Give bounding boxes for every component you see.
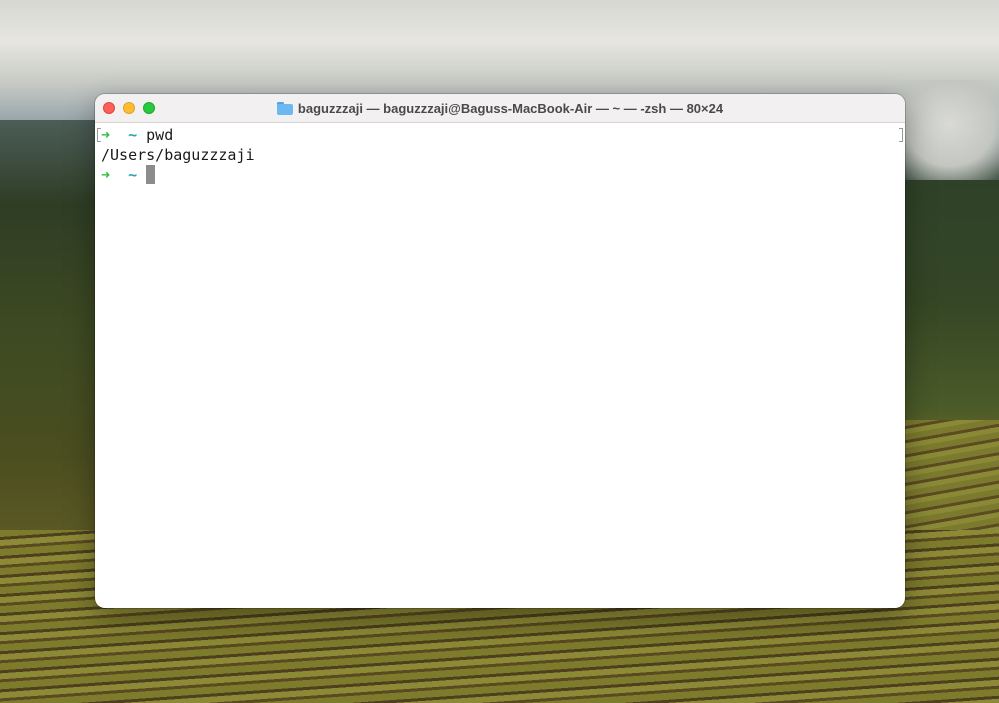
command-output: /Users/baguzzzaji <box>101 146 255 164</box>
prompt-directory: ~ <box>128 126 138 144</box>
mark-bracket-right <box>899 128 903 142</box>
terminal-line-prompt-1: ➜ ~ pwd <box>101 125 905 145</box>
prompt-directory: ~ <box>128 166 138 184</box>
window-titlebar[interactable]: baguzzzaji — baguzzzaji@Baguss-MacBook-A… <box>95 94 905 123</box>
terminal-line-output: /Users/baguzzzaji <box>101 145 905 165</box>
window-title: baguzzzaji — baguzzzaji@Baguss-MacBook-A… <box>297 100 724 116</box>
command-text: pwd <box>146 126 174 144</box>
desktop-wallpaper: baguzzzaji — baguzzzaji@Baguss-MacBook-A… <box>0 0 999 703</box>
terminal-line-prompt-2[interactable]: ➜ ~ <box>101 165 905 185</box>
terminal-window[interactable]: baguzzzaji — baguzzzaji@Baguss-MacBook-A… <box>95 94 905 608</box>
prompt-arrow-icon: ➜ <box>101 166 111 184</box>
mark-bracket-left <box>97 128 101 142</box>
folder-icon <box>276 101 293 115</box>
prompt-arrow-icon: ➜ <box>101 126 111 144</box>
text-cursor <box>146 165 156 184</box>
wallpaper-forest-left <box>0 120 100 540</box>
terminal-content[interactable]: ➜ ~ pwd /Users/baguzzzaji ➜ ~ <box>95 123 905 185</box>
window-title-group: baguzzzaji — baguzzzaji@Baguss-MacBook-A… <box>95 94 905 122</box>
